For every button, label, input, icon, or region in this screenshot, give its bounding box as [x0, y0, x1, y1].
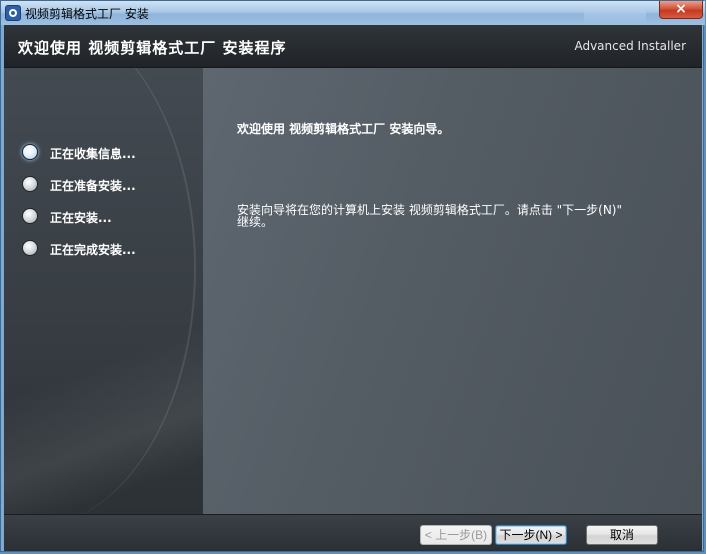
welcome-title: 欢迎使用 视频剪辑格式工厂 安装向导。 [237, 122, 450, 136]
back-button[interactable]: < 上一步(B) [420, 525, 492, 545]
content-panel: 欢迎使用 视频剪辑格式工厂 安装向导。 安装向导将在您的计算机上安装 视频剪辑格… [203, 68, 702, 514]
minimize-button[interactable] [584, 7, 646, 23]
sidebar-sheen [4, 318, 203, 514]
button-bar: < 上一步(B) 下一步(N) > 取消 [4, 514, 702, 551]
window-title: 视频剪辑格式工厂 安装 [25, 7, 149, 21]
next-button[interactable]: 下一步(N) > [495, 525, 567, 545]
title-bar[interactable]: 视频剪辑格式工厂 安装 × [1, 1, 705, 25]
step-indicator-icon [22, 176, 38, 192]
header-title: 欢迎使用 视频剪辑格式工厂 安装程序 [18, 39, 287, 57]
step-label: 正在完成安装... [50, 243, 136, 257]
step-label: 正在安装... [50, 211, 112, 225]
steps-sidebar: 正在收集信息... 正在准备安装... 正在安装... 正在完成安装... [4, 68, 203, 514]
step-indicator-icon [22, 208, 38, 224]
step-label: 正在收集信息... [50, 147, 136, 161]
step-label: 正在准备安装... [50, 179, 136, 193]
wizard-body: 正在收集信息... 正在准备安装... 正在安装... 正在完成安装... 欢迎… [4, 68, 702, 514]
installer-window: 视频剪辑格式工厂 安装 × 欢迎使用 视频剪辑格式工厂 安装程序 Advance… [0, 0, 705, 552]
close-button[interactable]: × [659, 1, 703, 19]
step-indicator-icon [22, 240, 38, 256]
app-icon [5, 5, 21, 21]
cancel-button[interactable]: 取消 [586, 525, 658, 545]
step-active-indicator-icon [22, 144, 38, 160]
brand-label: Advanced Installer [574, 39, 686, 53]
header-band: 欢迎使用 视频剪辑格式工厂 安装程序 Advanced Installer [4, 25, 702, 68]
welcome-text: 安装向导将在您的计算机上安装 视频剪辑格式工厂。请点击 "下一步(N)" 继续。 [237, 203, 623, 229]
